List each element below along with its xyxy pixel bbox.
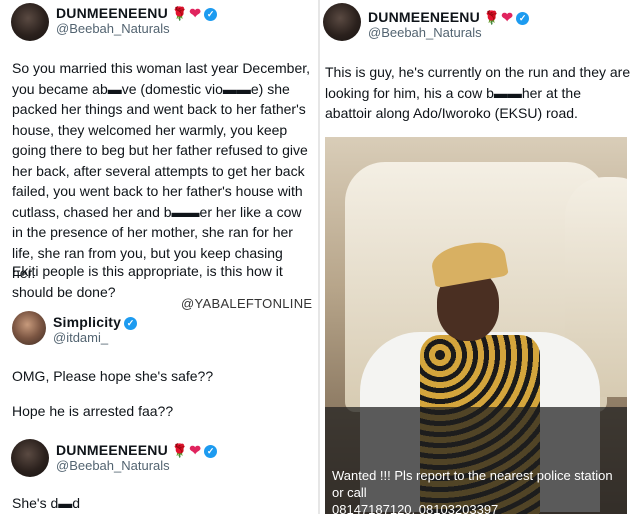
red-heart-icon: ❤ bbox=[501, 9, 514, 25]
panel-divider bbox=[318, 0, 320, 514]
reply-body: She's d▬d bbox=[12, 495, 81, 511]
reply-line: Hope he is arrested faa?? bbox=[12, 403, 174, 419]
phone-numbers: 08147187120, 08103203397 bbox=[332, 502, 499, 514]
wanted-caption-line: Wanted !!! Pls report to the nearest pol… bbox=[332, 468, 613, 500]
verified-badge-icon: ✓ bbox=[516, 12, 530, 25]
red-heart-icon: ❤ bbox=[189, 442, 202, 458]
avatar[interactable] bbox=[11, 439, 49, 477]
display-name[interactable]: DUNMEENEENU 🌹❤ ✓ bbox=[368, 9, 530, 26]
rose-emoji-icon: 🌹 bbox=[171, 6, 189, 21]
display-name[interactable]: DUNMEENEENU 🌹❤ ✓ bbox=[56, 5, 218, 22]
verified-badge-icon: ✓ bbox=[204, 8, 218, 21]
rose-emoji-icon: 🌹 bbox=[171, 443, 189, 458]
verified-badge-icon: ✓ bbox=[124, 317, 138, 330]
rose-emoji-icon: 🌹 bbox=[483, 10, 501, 25]
display-name-text: Simplicity bbox=[53, 314, 122, 330]
red-heart-icon: ❤ bbox=[189, 5, 202, 21]
avatar[interactable] bbox=[11, 3, 49, 41]
display-name-text: DUNMEENEENU bbox=[56, 5, 168, 21]
avatar[interactable] bbox=[12, 311, 46, 345]
user-handle[interactable]: @Beebah_Naturals bbox=[368, 25, 482, 40]
avatar[interactable] bbox=[323, 3, 361, 41]
display-name[interactable]: Simplicity ✓ bbox=[53, 314, 138, 330]
watermark: @YABALEFTONLINE bbox=[181, 296, 313, 311]
display-name[interactable]: DUNMEENEENU 🌹❤ ✓ bbox=[56, 442, 218, 459]
wanted-caption: Wanted !!! Pls report to the nearest pol… bbox=[332, 467, 622, 514]
display-name-text: DUNMEENEENU bbox=[368, 9, 480, 25]
user-handle[interactable]: @Beebah_Naturals bbox=[56, 21, 170, 36]
tweet-body: So you married this woman last year Dece… bbox=[12, 60, 311, 281]
display-name-text: DUNMEENEENU bbox=[56, 442, 168, 458]
verified-badge-icon: ✓ bbox=[204, 445, 218, 458]
reply-line: OMG, Please hope she's safe?? bbox=[12, 368, 214, 384]
user-handle[interactable]: @Beebah_Naturals bbox=[56, 458, 170, 473]
tweet-body: This is guy, he's currently on the run a… bbox=[325, 64, 631, 121]
tweet-photo[interactable]: Wanted !!! Pls report to the nearest pol… bbox=[325, 137, 627, 514]
user-handle[interactable]: @itdami_ bbox=[53, 330, 108, 345]
